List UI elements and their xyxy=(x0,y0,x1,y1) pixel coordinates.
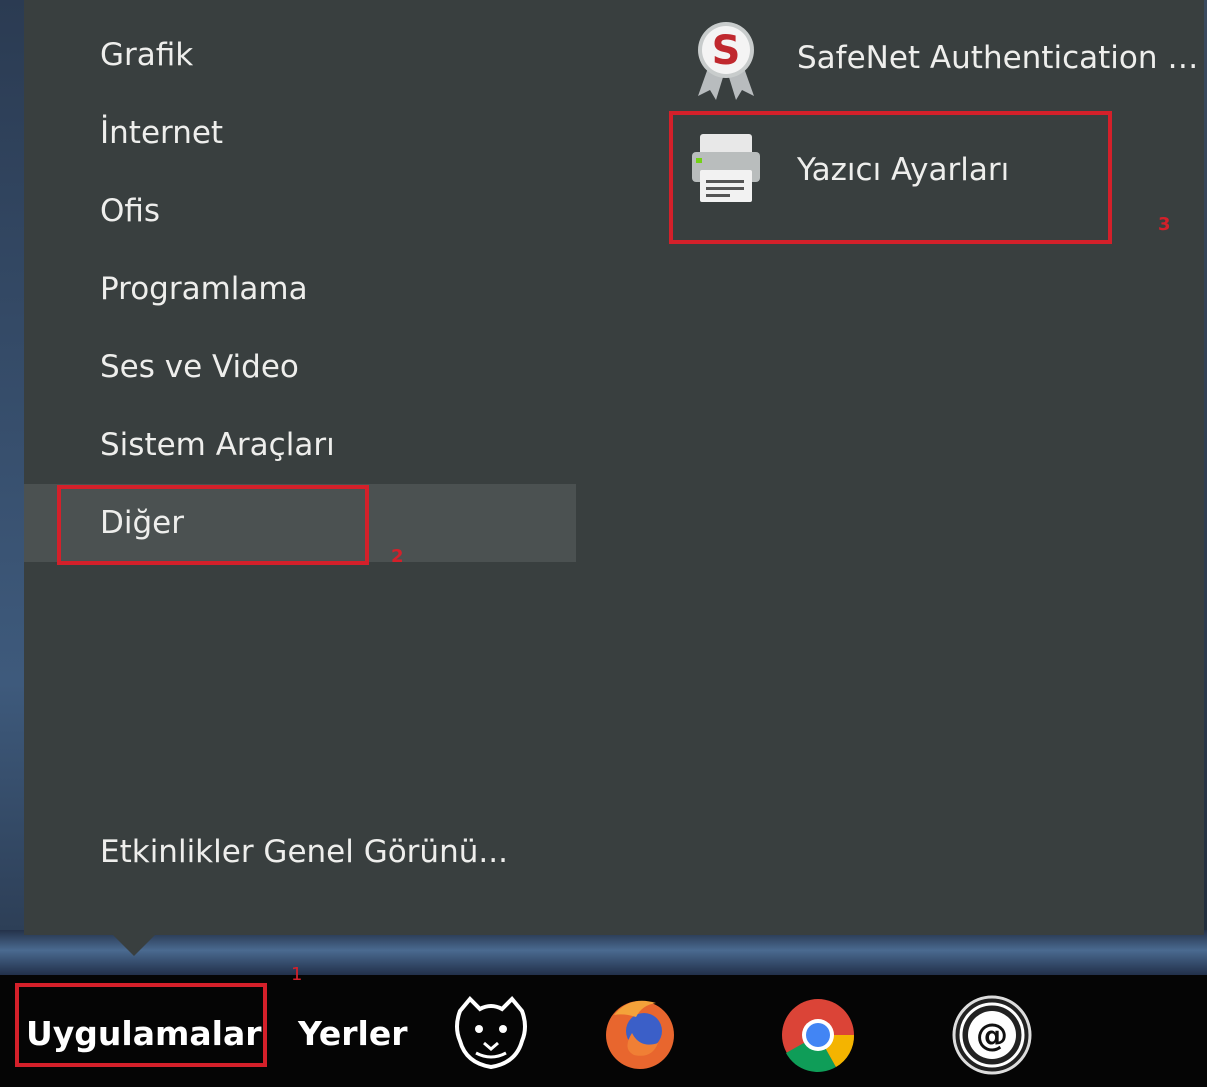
desktop-background-strip xyxy=(0,930,1207,975)
email-icon[interactable]: @ xyxy=(950,993,1034,1077)
category-list: Grafik İnternet Ofis Programlama Ses ve … xyxy=(24,16,576,562)
menu-pointer xyxy=(112,934,156,956)
annotation-box-diger xyxy=(57,485,369,565)
firefox-icon[interactable] xyxy=(600,993,680,1073)
category-programlama[interactable]: Programlama xyxy=(24,250,576,328)
places-button[interactable]: Yerler xyxy=(298,975,408,1087)
category-ses-ve-video[interactable]: Ses ve Video xyxy=(24,328,576,406)
annotation-number-3: 3 xyxy=(1158,214,1171,235)
annotation-box-applications xyxy=(15,983,267,1067)
annotation-number-2: 2 xyxy=(391,546,404,567)
svg-text:S: S xyxy=(712,28,741,74)
pardus-icon[interactable] xyxy=(446,993,536,1073)
desktop: Grafik İnternet Ofis Programlama Ses ve … xyxy=(0,0,1207,1087)
app-label: SafeNet Authentication Client Tools xyxy=(797,40,1199,76)
chrome-icon[interactable] xyxy=(778,995,858,1075)
desktop-background xyxy=(0,0,24,975)
category-ofis[interactable]: Ofis xyxy=(24,172,576,250)
svg-text:@: @ xyxy=(976,1016,1008,1054)
category-internet[interactable]: İnternet xyxy=(24,94,576,172)
safenet-icon: S xyxy=(690,20,762,100)
app-item-safenet[interactable]: S SafeNet Authentication Client Tools xyxy=(690,20,1207,100)
activities-overview-item[interactable]: Etkinlikler Genel Görünü... xyxy=(100,834,508,870)
category-sistem-araclari[interactable]: Sistem Araçları xyxy=(24,406,576,484)
annotation-box-printer xyxy=(669,111,1112,244)
annotation-number-1: 1 xyxy=(291,964,303,985)
category-grafik[interactable]: Grafik xyxy=(24,16,576,94)
